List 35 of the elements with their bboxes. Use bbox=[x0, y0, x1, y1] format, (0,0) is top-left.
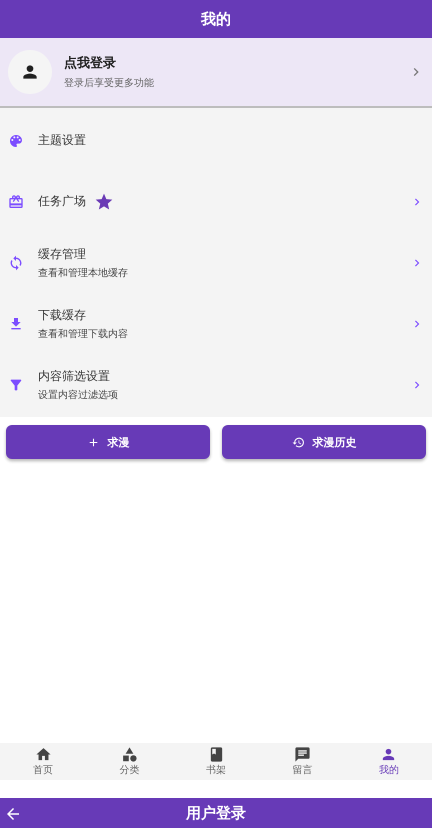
home-icon bbox=[34, 746, 52, 763]
app-bar-title: 用户登录 bbox=[186, 804, 246, 822]
item-subtitle: 查看和管理本地缓存 bbox=[38, 266, 129, 280]
nav-tab[interactable]: 书架 bbox=[172, 743, 260, 780]
history-icon bbox=[292, 436, 304, 448]
item-label: 任务广场 bbox=[38, 193, 86, 210]
plus-icon bbox=[86, 436, 100, 448]
nav-tab[interactable]: 我的 bbox=[346, 743, 432, 780]
settings-item[interactable]: 缓存管理 查看和管理本地缓存 bbox=[0, 232, 432, 293]
settings-item[interactable]: 下载缓存 查看和管理下载内容 bbox=[0, 293, 432, 354]
sync-icon bbox=[8, 254, 24, 270]
gift-icon bbox=[8, 194, 24, 210]
item-label: 内容筛选设置 bbox=[38, 368, 110, 384]
request-button[interactable]: 求漫 bbox=[6, 425, 210, 459]
item-label: 主题设置 bbox=[38, 132, 86, 149]
nav-tab[interactable]: 首页 bbox=[0, 743, 86, 780]
palette-icon bbox=[8, 132, 24, 148]
app-bar-title: 我的 bbox=[201, 10, 231, 28]
item-label: 缓存管理 bbox=[38, 246, 86, 262]
settings-item[interactable]: 内容筛选设置 设置内容过滤选项 bbox=[0, 354, 432, 415]
nav-tab[interactable]: 留言 bbox=[259, 743, 346, 780]
login-title: 点我登录 bbox=[64, 55, 117, 72]
shapes-icon bbox=[121, 746, 138, 763]
login-card[interactable]: 点我登录 登录后享受更多功能 bbox=[0, 38, 432, 108]
item-subtitle: 设置内容过滤选项 bbox=[38, 388, 119, 402]
item-label: 下载缓存 bbox=[38, 306, 86, 324]
message-icon bbox=[294, 746, 311, 763]
filter-icon bbox=[8, 376, 24, 392]
login-subtitle: 登录后享受更多功能 bbox=[64, 76, 155, 90]
nav-tab[interactable]: 分类 bbox=[86, 743, 173, 780]
settings-item[interactable]: 任务广场 bbox=[0, 171, 432, 232]
star-icon bbox=[94, 192, 114, 212]
settings-item[interactable]: 主题设置 bbox=[0, 110, 432, 171]
request-history-button[interactable]: 求漫历史 bbox=[222, 425, 426, 459]
item-subtitle: 查看和管理下载内容 bbox=[38, 328, 129, 340]
